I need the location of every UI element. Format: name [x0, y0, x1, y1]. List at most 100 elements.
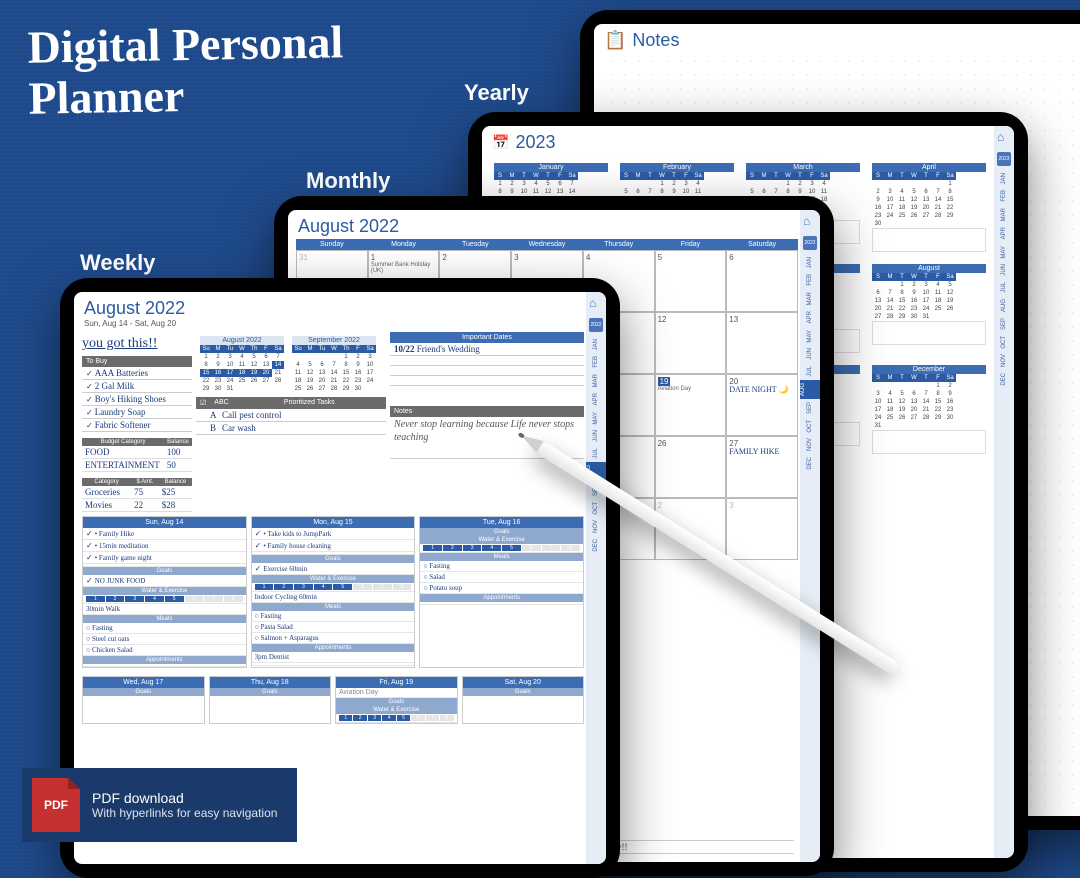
notes-header: Notes: [390, 406, 584, 417]
sidebar-month[interactable]: OCT: [807, 417, 813, 436]
sidebar-month[interactable]: JAN: [1001, 170, 1007, 187]
sidebar-month[interactable]: JUL: [807, 363, 813, 380]
sidebar-month[interactable]: FEB: [593, 353, 599, 371]
day-block[interactable]: Fri, Aug 19Aviation DayGoalsWater & Exer…: [335, 676, 458, 724]
year-month-April[interactable]: AprilSMTWTFSa123456789101112131415161718…: [870, 161, 988, 254]
notes-header: 📋 Notes: [594, 24, 1080, 53]
to-buy-item[interactable]: Laundry Soap: [82, 406, 192, 419]
sidebar-month[interactable]: OCT: [593, 499, 599, 518]
day-block[interactable]: Sat, Aug 20Goals: [462, 676, 585, 724]
weekly-motto: you got this!!: [82, 332, 192, 356]
sidebar-month[interactable]: SEP: [1001, 315, 1007, 333]
sidebar-month[interactable]: FEB: [1001, 187, 1007, 205]
sidebar-month[interactable]: JUN: [593, 427, 599, 445]
year-month-August[interactable]: AugustSMTWTFSa12345678910111213141516171…: [870, 262, 988, 355]
pdf-icon: PDF: [32, 778, 80, 832]
sidebar-month[interactable]: JUL: [1001, 279, 1007, 296]
yearly-sidebar[interactable]: ⌂ 2023 JANFEBMARAPRMAYJUNJULAUGSEPOCTNOV…: [994, 126, 1014, 858]
sidebar-month[interactable]: DEC: [593, 536, 599, 555]
day-block[interactable]: Wed, Aug 17Goals: [82, 676, 205, 724]
sidebar-month[interactable]: NOV: [593, 517, 599, 536]
sidebar-month[interactable]: OCT: [1001, 333, 1007, 352]
mini-cal[interactable]: September 2022SuMTuWThFSa123456789101112…: [290, 334, 378, 395]
to-buy-item[interactable]: 2 Gal Milk: [82, 380, 192, 393]
tasks-header: Prioritized Tasks: [237, 399, 382, 407]
weekly-sidebar[interactable]: ⌂ 2022 JANFEBMARAPRMAYJUNJULAUGSEPOCTNOV…: [586, 292, 606, 864]
sidebar-month[interactable]: MAR: [807, 289, 813, 308]
sidebar-month[interactable]: MAR: [1001, 205, 1007, 224]
sidebar-month[interactable]: DEC: [1001, 370, 1007, 389]
month-cell-27[interactable]: 27FAMILY HIKE: [726, 436, 798, 498]
hero-line1: Digital Personal: [27, 17, 343, 73]
month-dow: Monday: [368, 239, 440, 250]
yearly-title[interactable]: 2023: [515, 132, 555, 153]
day-block[interactable]: Mon, Aug 15• Take kids to JumpPark• Fami…: [251, 516, 416, 668]
day-block[interactable]: Thu, Aug 18Goals: [209, 676, 332, 724]
yearly-header: 📅 2023: [482, 126, 1014, 155]
sidebar-month[interactable]: MAY: [1001, 243, 1007, 262]
label-yearly: Yearly: [464, 80, 529, 106]
home-icon[interactable]: ⌂: [589, 296, 603, 310]
month-dow: Tuesday: [439, 239, 511, 250]
day-block[interactable]: Sun, Aug 14• Family Hike• 15min meditati…: [82, 516, 247, 668]
label-weekly: Weekly: [80, 250, 155, 276]
weekly-title[interactable]: August 2022: [84, 298, 185, 319]
month-dow: Wednesday: [511, 239, 583, 250]
sidebar-month[interactable]: JUL: [593, 445, 599, 462]
home-icon[interactable]: ⌂: [997, 130, 1011, 144]
sidebar-month[interactable]: MAY: [593, 409, 599, 428]
month-cell-6[interactable]: 6: [726, 250, 798, 312]
pdf-badge[interactable]: PDF PDF download With hyperlinks for eas…: [22, 768, 297, 842]
year-month-December[interactable]: DecemberSMTWTFSa123456789101112131415161…: [870, 363, 988, 456]
weekly-top-row: you got this!! To Buy AAA Batteries2 Gal…: [74, 332, 606, 512]
sidebar-month[interactable]: MAR: [593, 371, 599, 390]
year-badge[interactable]: 2022: [589, 318, 603, 332]
important-header: Important Dates: [390, 332, 584, 343]
mini-cal[interactable]: August 2022SuMTuWThFSa123456789101112131…: [198, 334, 286, 395]
sidebar-month[interactable]: JUN: [1001, 261, 1007, 279]
month-dow: Sunday: [296, 239, 368, 250]
month-dow: Friday: [655, 239, 727, 250]
to-buy-list: AAA Batteries2 Gal MilkBoy's Hiking Shoe…: [82, 367, 192, 432]
sidebar-month[interactable]: MAY: [807, 327, 813, 346]
year-badge[interactable]: 2022: [803, 236, 817, 250]
to-buy-item[interactable]: AAA Batteries: [82, 367, 192, 380]
day-block[interactable]: Tue, Aug 16GoalsWater & Exercise12345678…: [419, 516, 584, 668]
to-buy-header: To Buy: [82, 356, 192, 367]
sidebar-month[interactable]: APR: [807, 308, 813, 326]
month-cell-19[interactable]: 19Aviation Day: [655, 374, 727, 436]
month-cell-5[interactable]: 5: [655, 250, 727, 312]
sidebar-month[interactable]: SEP: [807, 399, 813, 417]
sidebar-month[interactable]: JAN: [593, 336, 599, 353]
weekly-days-row2: Wed, Aug 17GoalsThu, Aug 18GoalsFri, Aug…: [74, 672, 606, 728]
month-cell[interactable]: 3: [726, 498, 798, 560]
sidebar-month[interactable]: FEB: [807, 271, 813, 289]
monthly-header: August 2022: [288, 210, 820, 239]
notes-title: Notes: [632, 30, 679, 51]
month-cell-12[interactable]: 12: [655, 312, 727, 374]
monthly-title[interactable]: August 2022: [298, 216, 399, 237]
weekly-days-row1: Sun, Aug 14• Family Hike• 15min meditati…: [74, 512, 606, 672]
sidebar-month[interactable]: NOV: [807, 435, 813, 454]
pdf-title: PDF download: [92, 790, 277, 806]
to-buy-item[interactable]: Boy's Hiking Shoes: [82, 393, 192, 406]
sidebar-month[interactable]: JAN: [807, 254, 813, 271]
mini-calendars[interactable]: August 2022SuMTuWThFSa123456789101112131…: [196, 332, 386, 397]
monthly-sidebar[interactable]: ⌂ 2022 JANFEBMARAPRMAYJUNJULAUGSEPOCTNOV…: [800, 210, 820, 862]
sidebar-month[interactable]: DEC: [807, 454, 813, 473]
home-icon[interactable]: ⌂: [803, 214, 817, 228]
sidebar-month[interactable]: JUN: [807, 345, 813, 363]
month-cell-20[interactable]: 20DATE NIGHT 🌙: [726, 374, 798, 436]
task-list: ACall pest controlBCar wash: [196, 409, 386, 435]
sidebar-month[interactable]: AUG: [800, 380, 820, 399]
to-buy-item[interactable]: Fabric Softener: [82, 419, 192, 432]
month-cell-13[interactable]: 13: [726, 312, 798, 374]
label-monthly: Monthly: [306, 168, 390, 194]
sidebar-month[interactable]: NOV: [1001, 351, 1007, 370]
sidebar-month[interactable]: APR: [1001, 224, 1007, 242]
sidebar-month[interactable]: AUG: [1001, 296, 1007, 315]
month-cell-26[interactable]: 26: [655, 436, 727, 498]
year-badge[interactable]: 2023: [997, 152, 1011, 166]
notes-icon: 📋: [604, 30, 626, 51]
sidebar-month[interactable]: APR: [593, 390, 599, 408]
